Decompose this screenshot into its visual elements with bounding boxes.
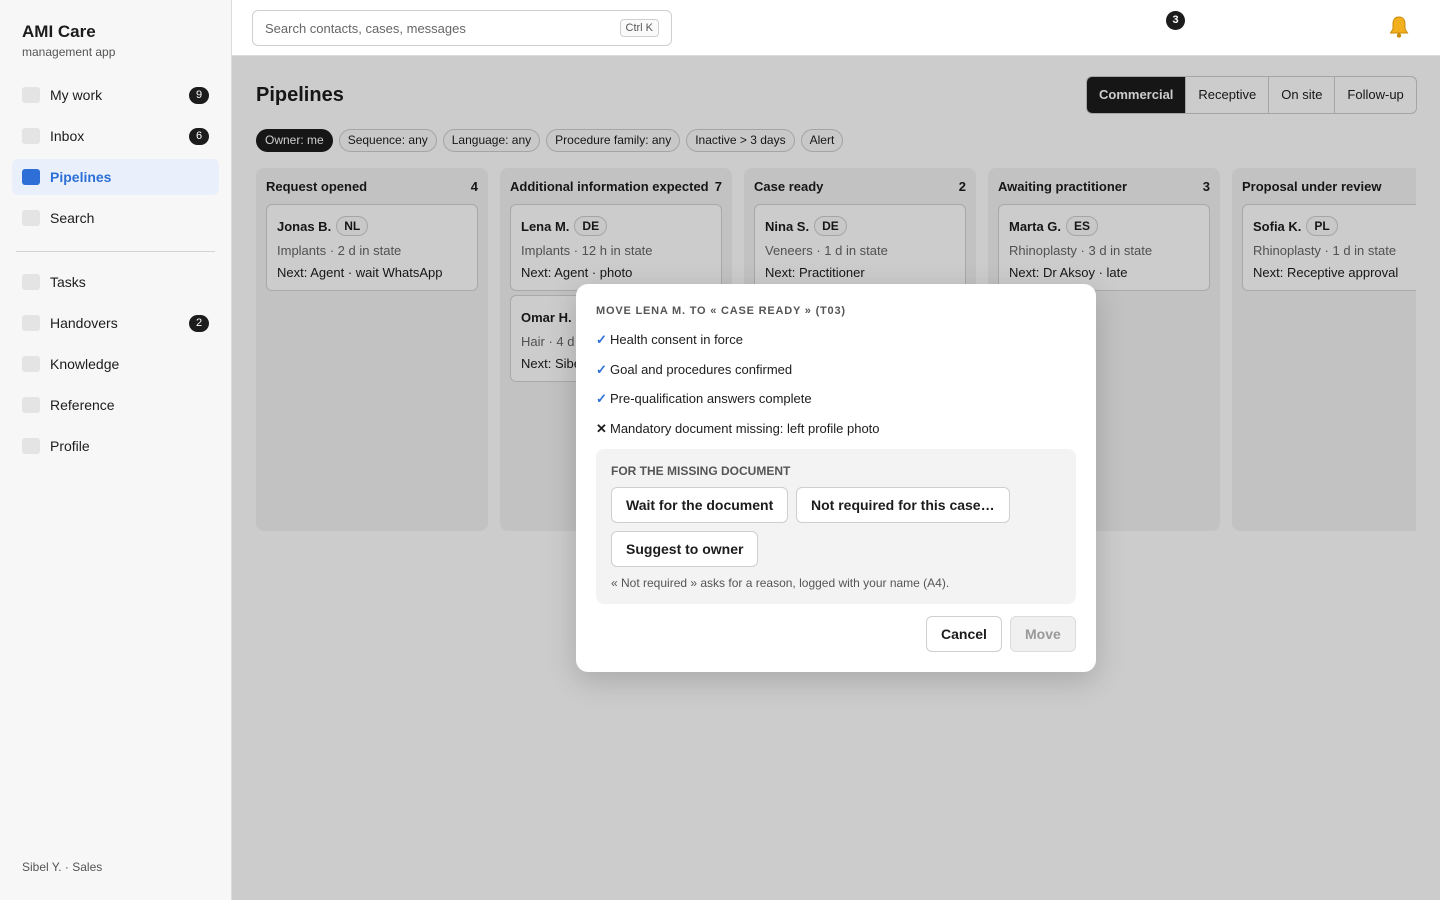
check-item: ✓ Health consent in force <box>596 332 880 362</box>
check-item: ✓ Pre-qualification answers complete <box>596 391 880 421</box>
shortcut-hint: Ctrl K <box>619 19 659 37</box>
profile-icon <box>22 438 40 454</box>
cancel-button[interactable]: Cancel <box>926 616 1002 652</box>
sidebar-item-inbox[interactable]: Inbox 6 <box>12 118 219 154</box>
count-badge: 2 <box>189 315 209 332</box>
secondary-nav: Tasks Handovers 2 Knowledge Reference Pr… <box>12 264 219 469</box>
current-user: Sibel Y. · Sales <box>22 860 103 874</box>
count-badge: 9 <box>189 87 209 104</box>
check-icon: ✓ <box>596 361 607 377</box>
sidebar-item-label: Handovers <box>50 315 118 331</box>
search-icon <box>22 210 40 226</box>
sidebar-item-label: My work <box>50 87 103 103</box>
sidebar-item-knowledge[interactable]: Knowledge <box>12 346 219 382</box>
not-required-note: « Not required » asks for a reason, logg… <box>611 576 950 590</box>
sidebar-item-label: Pipelines <box>50 169 112 185</box>
primary-nav: My work 9 Inbox 6 Pipelines Search <box>12 77 219 241</box>
dialog-title: MOVE LENA M. TO « CASE READY » (T03) <box>596 305 846 317</box>
sidebar-item-label: Reference <box>50 397 115 413</box>
my-work-icon <box>22 87 40 103</box>
app-subtitle: management app <box>22 45 116 59</box>
check-item: ✓ Goal and procedures confirmed <box>596 362 880 392</box>
check-icon: ✓ <box>596 332 607 347</box>
suggest-to-owner-button[interactable]: Suggest to owner <box>611 531 759 567</box>
sidebar: AMI Care management app My work 9 Inbox … <box>0 0 232 900</box>
sidebar-item-label: Profile <box>50 438 90 454</box>
sidebar-item-tasks[interactable]: Tasks <box>12 264 219 300</box>
check-text: Health consent in force <box>610 332 743 347</box>
brand: AMI Care management app <box>22 22 115 59</box>
tasks-icon <box>22 274 40 290</box>
move-button[interactable]: Move <box>1010 616 1076 652</box>
missing-document-panel: FOR THE MISSING DOCUMENT Wait for the do… <box>596 449 1076 604</box>
cross-icon: ✕ <box>596 420 607 436</box>
check-text: Pre-qualification answers complete <box>610 391 812 406</box>
count-badge: 6 <box>189 128 209 145</box>
sidebar-item-label: Inbox <box>50 128 85 144</box>
reference-icon <box>22 397 40 413</box>
search-input[interactable]: Search contacts, cases, messages Ctrl K <box>252 10 672 46</box>
notification-count: 3 <box>1166 11 1185 30</box>
sidebar-item-profile[interactable]: Profile <box>12 428 219 464</box>
sidebar-item-handovers[interactable]: Handovers 2 <box>12 305 219 341</box>
move-case-dialog: MOVE LENA M. TO « CASE READY » (T03) ✓ H… <box>576 284 1096 672</box>
sidebar-item-label: Tasks <box>50 274 86 290</box>
check-text: Goal and procedures confirmed <box>610 361 793 377</box>
sidebar-item-label: Knowledge <box>50 356 120 372</box>
sidebar-item-search[interactable]: Search <box>12 200 219 236</box>
requirements-checklist: ✓ Health consent in force ✓ Goal and pro… <box>596 332 880 450</box>
inbox-icon <box>22 128 40 144</box>
search-placeholder: Search contacts, cases, messages <box>265 21 466 36</box>
check-icon: ✓ <box>596 391 607 406</box>
check-text: Mandatory document missing: left profile… <box>610 420 880 436</box>
sidebar-divider <box>16 251 215 252</box>
sidebar-item-reference[interactable]: Reference <box>12 387 219 423</box>
knowledge-icon <box>22 356 40 372</box>
pipelines-icon <box>22 169 40 185</box>
not-required-button[interactable]: Not required for this case… <box>796 487 1010 523</box>
sidebar-item-pipelines[interactable]: Pipelines <box>12 159 219 195</box>
missing-document-heading: FOR THE MISSING DOCUMENT <box>611 464 791 478</box>
sidebar-item-my-work[interactable]: My work 9 <box>12 77 219 113</box>
bell-icon[interactable] <box>1387 14 1411 40</box>
sidebar-item-label: Search <box>50 210 95 226</box>
app-title: AMI Care <box>22 22 96 41</box>
handovers-icon <box>22 315 40 331</box>
wait-for-document-button[interactable]: Wait for the document <box>611 487 789 523</box>
topbar: Search contacts, cases, messages Ctrl K <box>232 0 1440 56</box>
check-item: ✕ Mandatory document missing: left profi… <box>596 421 880 451</box>
